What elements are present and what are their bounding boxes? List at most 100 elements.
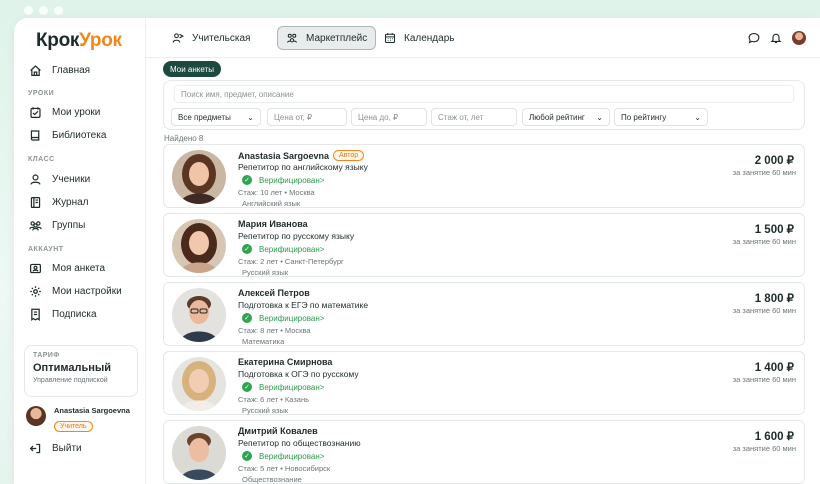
chevron-down-icon: ⌄ xyxy=(694,112,701,122)
sidebar: КрокУрок Главная УРОКИ Мои уроки Библиот… xyxy=(14,18,146,484)
tutor-experience: Стаж: 6 лет • Казань xyxy=(238,395,310,404)
section-title-class: КЛАСС xyxy=(28,156,55,163)
tutor-price: 1 500 ₽ xyxy=(754,224,794,236)
sidebar-item-library[interactable]: Библиотека xyxy=(28,125,140,145)
tutor-card[interactable]: Anastasia Sargoevna Автор Репетитор по ан… xyxy=(163,144,805,208)
sidebar-item-settings[interactable]: Мои настройки xyxy=(28,281,140,301)
gear-icon xyxy=(28,284,42,298)
sidebar-item-groups[interactable]: Группы xyxy=(28,215,140,235)
tutor-discipline: Обществознание xyxy=(242,475,302,484)
verified-link[interactable]: ✓ Верифицирован > xyxy=(242,175,324,185)
chevron-down-icon: ⌄ xyxy=(596,112,603,122)
teacher-icon xyxy=(172,33,184,43)
tutor-discipline: Английский язык xyxy=(242,199,301,208)
lessons-icon xyxy=(28,105,42,119)
tutor-photo xyxy=(172,357,226,411)
user-icon xyxy=(28,172,42,186)
tab-marketplace[interactable]: Маркетплейс xyxy=(277,26,377,50)
tutor-experience: Стаж: 5 лет • Новосибирск xyxy=(238,464,331,473)
filters-panel: Поиск имя, предмет, описание Все предмет… xyxy=(163,80,805,130)
user-name: Anastasia Sargoevna xyxy=(54,406,130,415)
sidebar-item-my-lessons[interactable]: Мои уроки xyxy=(28,102,140,122)
receipt-icon xyxy=(28,307,42,321)
experience-from-input[interactable]: Стаж от, лет xyxy=(431,108,517,126)
brand-logo[interactable]: КрокУрок xyxy=(36,30,122,52)
journal-icon xyxy=(28,195,42,209)
tutor-card[interactable]: Алексей Петров Подготовка к ЕГЭ по матем… xyxy=(163,282,805,346)
tutor-subject: Подготовка к ЕГЭ по математике xyxy=(238,300,369,310)
manage-subscription-link[interactable]: Управление подпиской xyxy=(33,377,129,384)
tutor-subject: Репетитор по русскому языку xyxy=(238,231,355,241)
marketplace-content: Мои анкеты Поиск имя, предмет, описание … xyxy=(146,58,820,484)
tutor-experience: Стаж: 10 лет • Москва xyxy=(238,188,315,197)
check-icon: ✓ xyxy=(242,244,252,254)
current-user[interactable]: Anastasia Sargoevna Учитель xyxy=(26,406,130,433)
verified-link[interactable]: ✓ Верифицирован > xyxy=(242,313,324,323)
tutor-name: Anastasia Sargoevna Автор xyxy=(238,150,365,161)
sidebar-item-subscription[interactable]: Подписка xyxy=(28,304,140,324)
price-per-lesson: за занятие 60 мин xyxy=(732,306,796,315)
sidebar-item-home[interactable]: Главная xyxy=(28,60,140,80)
logout-button[interactable]: Выйти xyxy=(28,438,140,458)
tutor-card[interactable]: Мария Иванова Репетитор по русскому язык… xyxy=(163,213,805,277)
price-per-lesson: за занятие 60 мин xyxy=(732,237,796,246)
my-profiles-button[interactable]: Мои анкеты xyxy=(163,61,221,77)
sort-select[interactable]: По рейтингу ⌄ xyxy=(614,108,708,126)
verified-link[interactable]: ✓ Верифицирован > xyxy=(242,451,324,461)
price-per-lesson: за занятие 60 мин xyxy=(732,375,796,384)
price-from-input[interactable]: Цена от, ₽ xyxy=(267,108,347,126)
check-icon: ✓ xyxy=(242,313,252,323)
tutor-photo xyxy=(172,150,226,204)
app-window: КрокУрок Главная УРОКИ Мои уроки Библиот… xyxy=(14,18,820,484)
user-avatar-icon[interactable] xyxy=(792,31,806,45)
group-icon xyxy=(28,218,42,232)
verified-link[interactable]: ✓ Верифицирован > xyxy=(242,244,324,254)
sidebar-item-journal[interactable]: Журнал xyxy=(28,192,140,212)
bell-icon[interactable] xyxy=(770,32,782,44)
book-icon xyxy=(28,128,42,142)
tutor-photo xyxy=(172,219,226,273)
tutor-price: 1 800 ₽ xyxy=(754,293,794,305)
tutor-price: 2 000 ₽ xyxy=(754,155,794,167)
section-title-account: АККАУНТ xyxy=(28,246,64,253)
price-to-input[interactable]: Цена до, ₽ xyxy=(351,108,427,126)
logout-icon xyxy=(28,441,42,455)
price-per-lesson: за занятие 60 мин xyxy=(732,168,796,177)
tutor-card[interactable]: Екатерина Смирнова Подготовка к ОГЭ по р… xyxy=(163,351,805,415)
calendar-icon xyxy=(384,33,396,44)
tariff-name: Оптимальный xyxy=(33,362,112,374)
tutor-name: Алексей Петров xyxy=(238,288,310,298)
tutor-card[interactable]: Дмитрий Ковалев Репетитор по обществозна… xyxy=(163,420,805,484)
rating-select[interactable]: Любой рейтинг ⌄ xyxy=(522,108,610,126)
verified-link[interactable]: ✓ Верифицирован > xyxy=(242,382,324,392)
check-icon: ✓ xyxy=(242,451,252,461)
marketplace-icon xyxy=(286,33,298,43)
check-icon: ✓ xyxy=(242,382,252,392)
subject-select[interactable]: Все предметы ⌄ xyxy=(171,108,261,126)
tutor-photo xyxy=(172,288,226,342)
tutor-name: Дмитрий Ковалев xyxy=(238,426,318,436)
tutor-discipline: Русский язык xyxy=(242,406,289,415)
chat-icon[interactable] xyxy=(748,32,760,44)
author-badge: Автор xyxy=(333,150,365,161)
tutor-price: 1 600 ₽ xyxy=(754,431,794,443)
tutor-name: Екатерина Смирнова xyxy=(238,357,333,367)
top-actions xyxy=(748,31,806,45)
check-icon: ✓ xyxy=(242,175,252,185)
tutor-discipline: Математика xyxy=(242,337,285,346)
sidebar-item-students[interactable]: Ученики xyxy=(28,169,140,189)
tutor-subject: Репетитор по английскому языку xyxy=(238,162,368,172)
search-input[interactable]: Поиск имя, предмет, описание xyxy=(174,85,794,103)
tariff-card[interactable]: ТАРИФ Оптимальный Управление подпиской xyxy=(24,345,138,397)
section-title-lessons: УРОКИ xyxy=(28,90,55,97)
tab-calendar[interactable]: Календарь xyxy=(376,26,462,50)
tab-teachers-room[interactable]: Учительская xyxy=(164,26,258,50)
tutor-experience: Стаж: 2 лет • Санкт-Петербург xyxy=(238,257,344,266)
role-badge: Учитель xyxy=(54,421,93,432)
home-icon xyxy=(28,63,42,77)
results-count: Найдено 8 xyxy=(164,134,204,143)
top-bar: Учительская Маркетплейс Календарь xyxy=(146,18,820,58)
sidebar-item-my-profile[interactable]: Моя анкета xyxy=(28,258,140,278)
tutor-photo xyxy=(172,426,226,480)
tutor-discipline: Русский язык xyxy=(242,268,289,277)
